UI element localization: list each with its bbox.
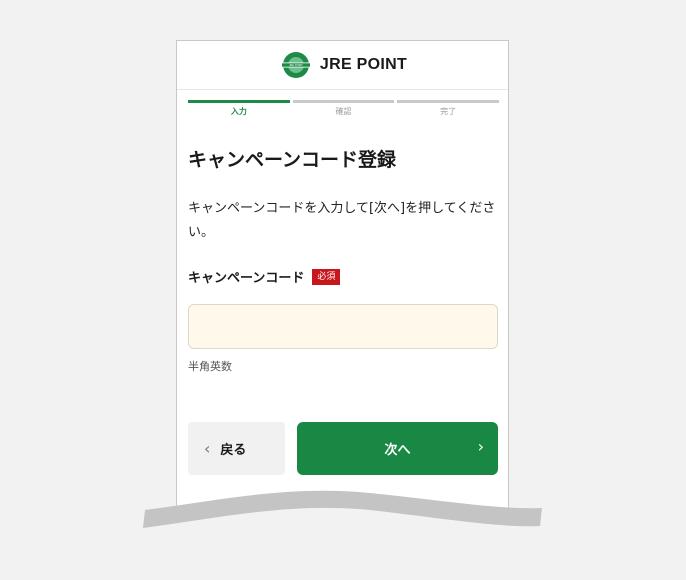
step-bar — [397, 100, 500, 103]
step-confirm: 確認 — [292, 100, 395, 117]
page-description: キャンペーンコードを入力して[次へ]を押してください。 — [188, 201, 496, 240]
chevron-left-icon: ‹ — [204, 439, 211, 458]
step-progress: 入力 確認 完了 — [188, 100, 500, 117]
app-header: JRE POINT JRE POINT — [177, 41, 508, 90]
back-button-label: 戻る — [220, 443, 247, 458]
jre-point-logo-icon: JRE POINT — [279, 52, 312, 78]
phone-frame: JRE POINT JRE POINT 入力 確認 完了 キャンペーンコード登録… — [176, 40, 509, 540]
page-title: キャンペーンコード登録 — [188, 149, 397, 171]
next-button-label: 次へ — [384, 443, 411, 458]
step-complete: 完了 — [397, 100, 500, 117]
step-label: 入力 — [230, 107, 247, 116]
step-label: 確認 — [335, 107, 352, 116]
required-badge: 必須 — [312, 268, 341, 285]
torn-edge-decoration — [0, 490, 686, 580]
chevron-right-icon: › — [477, 437, 484, 456]
step-bar — [292, 100, 395, 103]
step-label: 完了 — [440, 107, 457, 116]
jre-point-logo[interactable]: JRE POINT JRE POINT — [278, 51, 407, 79]
step-bar — [188, 100, 290, 103]
back-button[interactable]: ‹ 戻る — [188, 422, 285, 475]
step-input: 入力 — [188, 100, 290, 117]
campaign-code-label-row: キャンペーンコード 必須 — [188, 267, 341, 286]
logo-text: JRE POINT — [319, 56, 408, 73]
next-button[interactable]: 次へ › — [297, 422, 498, 475]
campaign-code-input[interactable] — [188, 304, 498, 349]
campaign-code-label: キャンペーンコード — [188, 271, 305, 286]
logo-mark-text: JRE POINT — [289, 63, 303, 67]
input-hint: 半角英数 — [188, 360, 232, 373]
